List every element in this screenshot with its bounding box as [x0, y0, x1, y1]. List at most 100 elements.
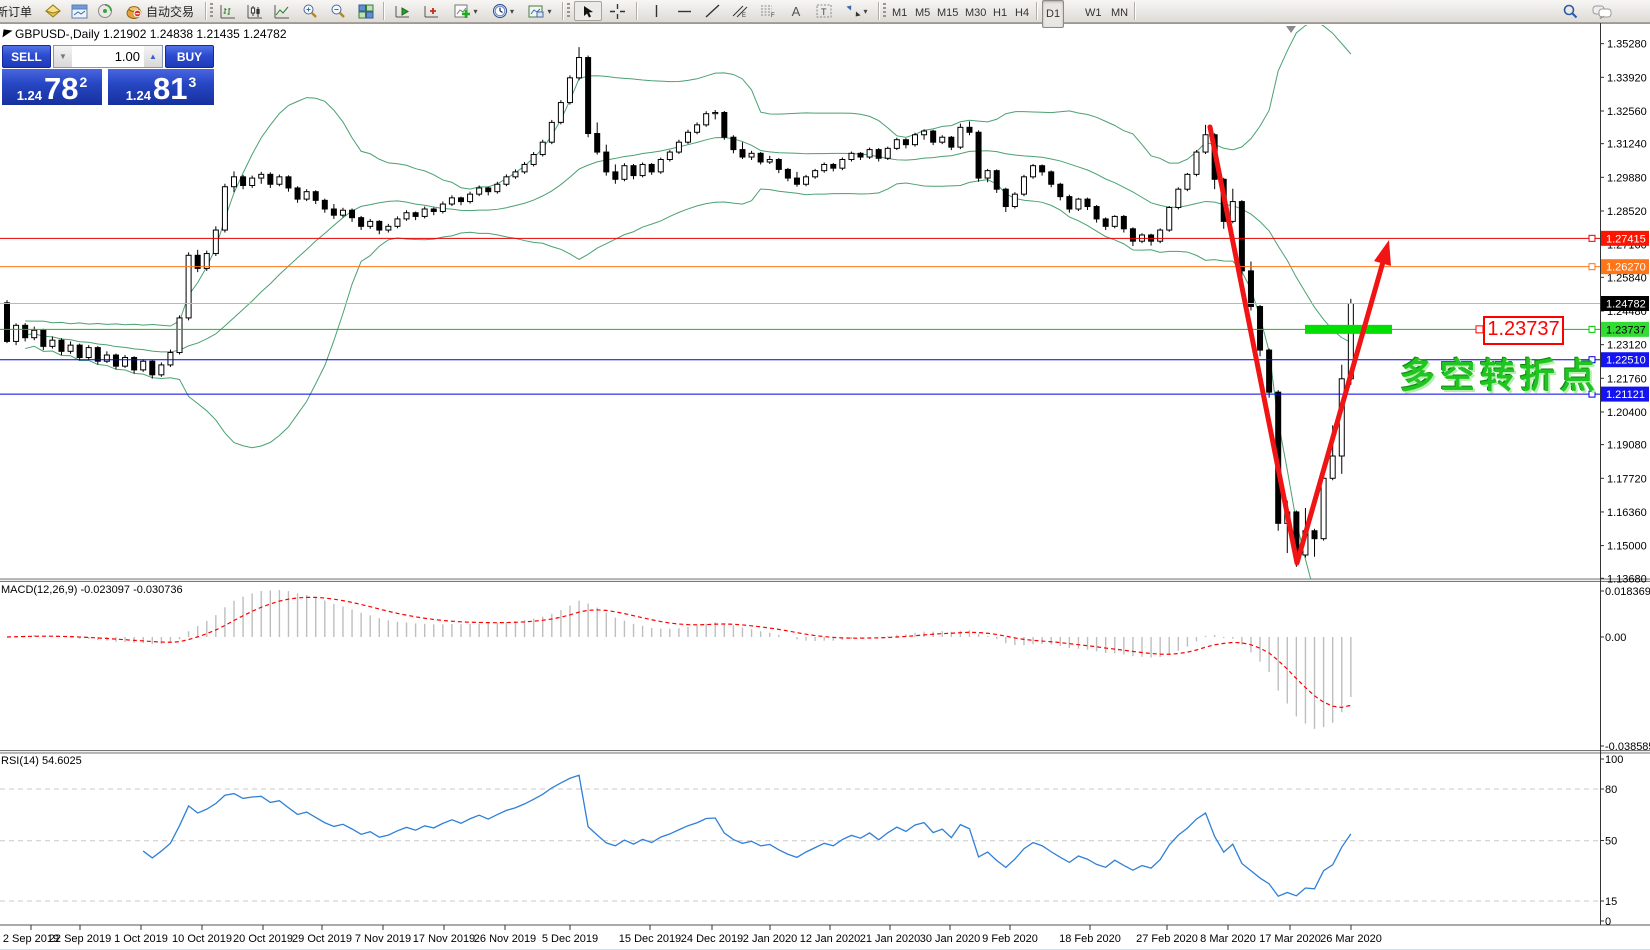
indicators-button[interactable]: ▾: [449, 0, 483, 22]
equidistant-channel-tool-icon[interactable]: E: [728, 0, 752, 22]
svg-text:100: 100: [1605, 754, 1623, 766]
autotrading-label: 自动交易: [146, 3, 194, 20]
date-tick: 20 Oct 2019: [233, 933, 293, 945]
date-tick: 22 Sep 2019: [49, 933, 111, 945]
volume-stepper[interactable]: ▼ ▲: [53, 45, 163, 68]
price-label-anchor[interactable]: [1476, 326, 1483, 333]
date-tick: 17 Nov 2019: [413, 933, 475, 945]
date-tick: 30 Jan 2020: [920, 933, 981, 945]
chart-shift-icon[interactable]: [418, 0, 444, 22]
auto-scroll-icon[interactable]: [389, 0, 415, 22]
new-chart-icon[interactable]: [67, 0, 91, 22]
crosshair-tool[interactable]: [604, 0, 630, 22]
date-tick: 26 Nov 2019: [474, 933, 536, 945]
line-chart-type-icon[interactable]: [270, 0, 294, 22]
templates-button[interactable]: ▾: [523, 0, 557, 22]
date-tick: 12 Jan 2020: [800, 933, 861, 945]
horizontal-line-tool-icon[interactable]: [672, 0, 696, 22]
indicators-icon: [454, 4, 471, 19]
macd-label: MACD(12,26,9) -0.023097 -0.030736: [1, 584, 183, 596]
svg-text:1.23120: 1.23120: [1607, 340, 1647, 352]
svg-text:1.19080: 1.19080: [1607, 440, 1647, 452]
date-tick: 24 Dec 2019: [681, 933, 743, 945]
svg-text:1.32560: 1.32560: [1607, 106, 1647, 118]
chat-icon[interactable]: [1588, 0, 1616, 22]
bar-chart-type-icon[interactable]: [216, 0, 240, 22]
green-bar-annotation[interactable]: [1305, 325, 1392, 334]
date-tick: 10 Oct 2019: [172, 933, 232, 945]
template-icon: [528, 4, 545, 19]
svg-text:50: 50: [1605, 836, 1617, 848]
svg-text:1.21121: 1.21121: [1606, 389, 1645, 401]
fibonacci-tool-icon[interactable]: F: [756, 0, 780, 22]
hline-handle[interactable]: [1589, 326, 1595, 332]
new-order-button[interactable]: 新订单: [0, 0, 40, 22]
market-watch-radar-icon[interactable]: [94, 0, 116, 22]
tab-m15[interactable]: M15: [934, 0, 961, 26]
arrows-tool-button[interactable]: ▾: [840, 0, 874, 22]
volume-down-icon[interactable]: ▼: [54, 46, 72, 67]
crosshair-icon: [610, 4, 625, 19]
cursor-icon: [583, 5, 594, 18]
chart-surface[interactable]: 1.352801.339201.325601.312401.298801.285…: [0, 23, 1650, 949]
price-annotation-label[interactable]: 1.23737: [1483, 316, 1564, 345]
candlestick-chart-type-icon[interactable]: [243, 0, 267, 22]
autotrading-button[interactable]: 自动交易: [118, 0, 202, 22]
one-click-trading-panel: SELL ▼ ▲ BUY 1.24 78 2 1.24 81 3: [2, 45, 214, 105]
date-tick: 5 Dec 2019: [542, 933, 598, 945]
date-tick: 7 Nov 2019: [355, 933, 411, 945]
zoom-in-icon[interactable]: [298, 0, 322, 22]
cn-annotation-text[interactable]: 多空转折点: [1400, 348, 1600, 399]
buy-button[interactable]: BUY: [165, 45, 214, 68]
tab-m1[interactable]: M1: [889, 0, 910, 26]
volume-input[interactable]: [72, 46, 144, 67]
templates-caret-icon: ▾: [547, 7, 551, 16]
autotrading-icon: [126, 4, 143, 19]
hline-handle[interactable]: [1589, 235, 1595, 241]
new-order-icon[interactable]: [42, 0, 64, 22]
periods-button[interactable]: ▾: [486, 0, 520, 22]
svg-text:E: E: [742, 13, 746, 18]
date-tick: 21 Jan 2020: [860, 933, 921, 945]
arrows-icon: [846, 4, 861, 18]
search-icon[interactable]: [1558, 0, 1582, 22]
svg-text:15: 15: [1605, 896, 1617, 908]
rsi-label: RSI(14) 54.6025: [1, 755, 82, 767]
sell-price-sup: 2: [80, 74, 88, 90]
svg-text:1.26270: 1.26270: [1606, 262, 1646, 274]
chart-title-marker-icon: [2, 29, 12, 38]
hline-handle[interactable]: [1589, 264, 1595, 270]
text-label-tool-icon[interactable]: T: [812, 0, 836, 22]
text-tool-icon[interactable]: A: [784, 0, 808, 22]
svg-text:0: 0: [1605, 916, 1611, 928]
tab-mn[interactable]: MN: [1108, 0, 1131, 26]
tab-m5[interactable]: M5: [912, 0, 933, 26]
date-tick: 15 Dec 2019: [619, 933, 681, 945]
tab-d1-selected[interactable]: D1: [1042, 0, 1064, 28]
tab-w1[interactable]: W1: [1082, 0, 1105, 26]
periods-caret-icon: ▾: [510, 7, 514, 16]
trendline-tool-icon[interactable]: [700, 0, 724, 22]
svg-text:1.33920: 1.33920: [1607, 72, 1647, 84]
zoom-out-icon[interactable]: [326, 0, 350, 22]
svg-text:1.27415: 1.27415: [1606, 233, 1646, 245]
sell-price[interactable]: 1.24 78 2: [2, 69, 102, 105]
buy-price[interactable]: 1.24 81 3: [108, 69, 214, 105]
sell-button[interactable]: SELL: [2, 45, 51, 68]
buy-price-prefix: 1.24: [126, 88, 151, 103]
tile-windows-icon[interactable]: [354, 0, 378, 22]
vertical-line-tool-icon[interactable]: [644, 0, 668, 22]
date-tick: 8 Mar 2020: [1200, 933, 1256, 945]
tab-h1[interactable]: H1: [990, 0, 1010, 26]
cursor-tool[interactable]: [574, 1, 602, 21]
date-tick: 29 Oct 2019: [292, 933, 352, 945]
buy-price-sup: 3: [189, 74, 197, 90]
chart-title: GBPUSD-,Daily 1.21902 1.24838 1.21435 1.…: [15, 27, 287, 41]
tab-h4[interactable]: H4: [1012, 0, 1032, 26]
svg-text:0.00: 0.00: [1605, 632, 1626, 644]
svg-text:1.24782: 1.24782: [1606, 299, 1646, 311]
tab-m30[interactable]: M30: [962, 0, 989, 26]
arrows-caret-icon: ▾: [863, 7, 867, 16]
volume-up-icon[interactable]: ▲: [144, 46, 162, 67]
indicators-caret-icon: ▾: [473, 7, 477, 16]
